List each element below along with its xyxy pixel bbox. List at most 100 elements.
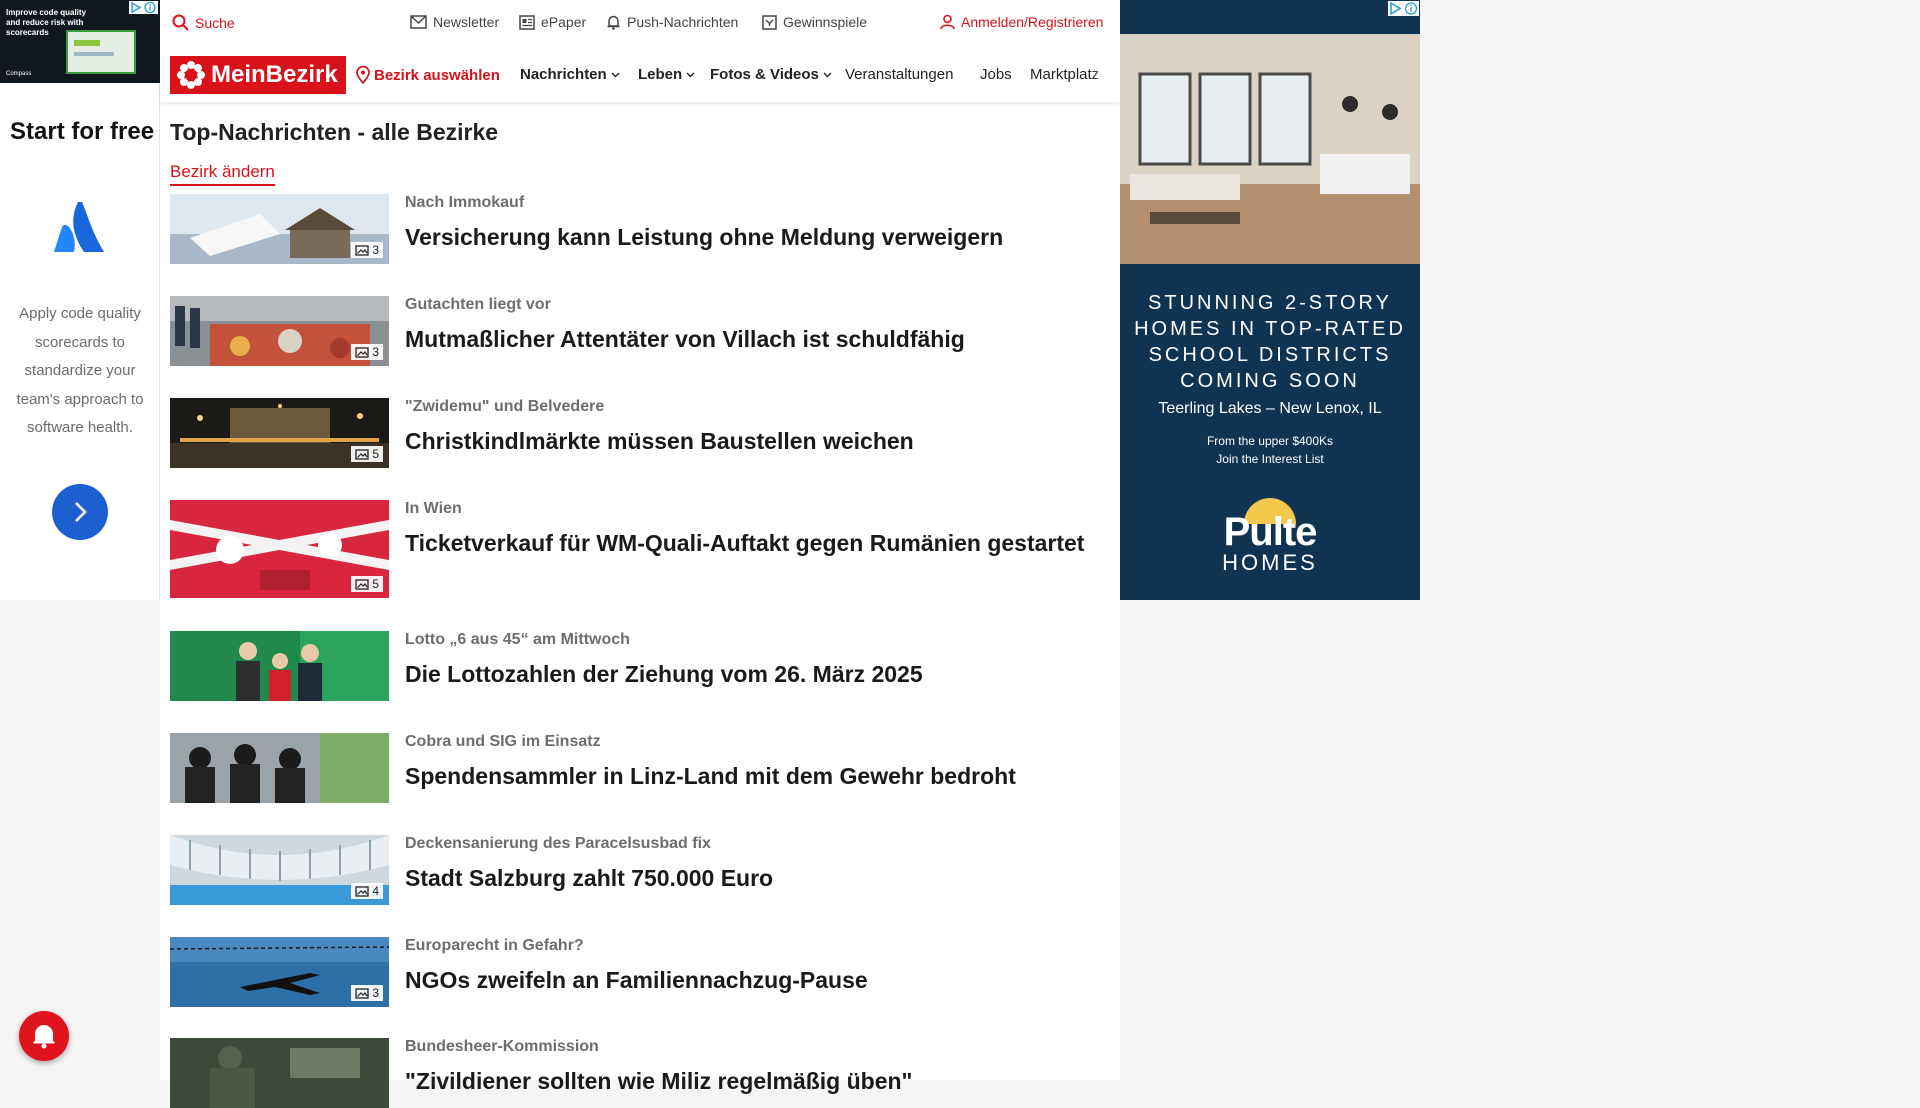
adchoices-icon[interactable] [1388, 1, 1419, 16]
thumbnail-image [170, 733, 389, 803]
images-icon [355, 346, 369, 358]
nav-item-veranstaltungen[interactable]: Veranstaltungen [845, 66, 953, 83]
nav-item-fotos-videos[interactable]: Fotos & Videos [710, 66, 832, 83]
article-thumbnail[interactable]: 3 [170, 937, 389, 1007]
ad-body: Apply code quality scorecards to standar… [16, 305, 144, 436]
ad-headline: Start for free [10, 118, 155, 145]
nav-item-label: Marktplatz [1030, 66, 1100, 83]
article-thumbnail[interactable]: 3 [170, 194, 389, 264]
article-headline[interactable]: "Zivildiener sollten wie Miliz regelmäßi… [405, 1066, 1095, 1097]
thumbnail-image [170, 1038, 389, 1108]
article-thumbnail[interactable] [170, 733, 389, 803]
article-thumbnail[interactable]: 4 [170, 835, 389, 905]
location-pin-icon [356, 66, 370, 84]
push-link[interactable]: Push-Nachrichten [606, 14, 738, 30]
article-kicker: Lotto „6 aus 45“ am Mittwoch [405, 631, 630, 648]
search-label: Suche [195, 14, 235, 31]
chevron-down-icon [611, 72, 620, 77]
login-label: Anmelden/Registrieren [961, 14, 1104, 30]
image-count: 3 [372, 986, 379, 1000]
logo-bottom: HOMES [1222, 550, 1318, 575]
chevron-right-icon [75, 502, 87, 522]
image-count-badge: 5 [351, 576, 383, 592]
images-icon [355, 885, 369, 897]
nav-fade [1090, 46, 1120, 102]
image-count: 4 [372, 884, 379, 898]
epaper-link[interactable]: ePaper [519, 14, 586, 30]
article-thumbnail[interactable]: 5 [170, 500, 389, 598]
article-headline[interactable]: Die Lottozahlen der Ziehung vom 26. März… [405, 659, 1095, 690]
brand-flower-icon [177, 61, 205, 89]
article-headline[interactable]: Spendensammler in Linz-Land mit dem Gewe… [405, 761, 1095, 792]
thumbnail-image [170, 631, 389, 701]
article-kicker: Deckensanierung des Paracelsusbad fix [405, 835, 711, 852]
right-ad[interactable]: STUNNING 2-STORY HOMES IN TOP-RATED SCHO… [1120, 0, 1420, 600]
mail-icon [410, 15, 427, 29]
login-link[interactable]: Anmelden/Registrieren [940, 14, 1103, 30]
nav-item-label: Veranstaltungen [845, 66, 954, 83]
article-kicker: Europarecht in Gefahr? [405, 937, 584, 954]
main-nav: MeinBezirk Bezirk auswählen Nachrichten … [160, 46, 1120, 102]
newsletter-link[interactable]: Newsletter [410, 14, 499, 30]
epaper-label: ePaper [541, 14, 587, 30]
search-icon [172, 14, 189, 31]
chevron-down-icon [823, 72, 832, 77]
images-icon [355, 244, 369, 256]
interior-image [1120, 34, 1420, 264]
nav-item-jobs[interactable]: Jobs [980, 66, 1012, 83]
nav-item-leben[interactable]: Leben [638, 66, 695, 83]
article-thumbnail[interactable]: 3 [170, 296, 389, 366]
adchoices-icon[interactable] [129, 1, 158, 14]
logo-top: Pulte [1223, 510, 1318, 554]
left-ad[interactable]: Improve code quality and reduce risk wit… [0, 0, 160, 600]
images-icon [355, 987, 369, 999]
brand-logo[interactable]: MeinBezirk [170, 56, 346, 94]
chevron-down-icon [686, 72, 695, 77]
image-count: 3 [372, 243, 379, 257]
article-thumbnail[interactable] [170, 631, 389, 701]
image-count-badge: 3 [351, 344, 383, 360]
ad-location: Teerling Lakes – New Lenox, IL [1158, 400, 1382, 417]
newsletter-label: Newsletter [433, 14, 500, 30]
nav-item-nachrichten[interactable]: Nachrichten [520, 66, 620, 83]
select-district-button[interactable]: Bezirk auswählen [356, 66, 500, 84]
article-headline[interactable]: Versicherung kann Leistung ohne Meldung … [405, 222, 1095, 253]
image-count: 5 [372, 447, 379, 461]
bell-icon [607, 15, 620, 30]
images-icon [355, 448, 369, 460]
search-button[interactable]: Suche [172, 14, 235, 31]
article-thumbnail[interactable]: 5 [170, 398, 389, 468]
article-thumbnail[interactable] [170, 1038, 389, 1108]
article-headline[interactable]: Mutmaßlicher Attentäter von Villach ist … [405, 324, 1095, 355]
ad-headline: STUNNING 2-STORY HOMES IN TOP-RATED SCHO… [1134, 292, 1406, 392]
article-kicker: Nach Immokauf [405, 194, 525, 211]
image-count-badge: 3 [351, 985, 383, 1001]
games-link[interactable]: Gewinnspiele [762, 14, 867, 30]
main-content: Suche Newsletter ePaper Push-Nachrichten… [160, 0, 1120, 1108]
top-bar: Suche Newsletter ePaper Push-Nachrichten… [160, 0, 1120, 46]
select-district-label: Bezirk auswählen [374, 66, 500, 84]
change-district-link[interactable]: Bezirk ändern [170, 162, 275, 186]
ad-cta[interactable]: Join the Interest List [1130, 450, 1410, 468]
atlassian-logo-icon [54, 202, 104, 252]
article-headline[interactable]: Ticketverkauf für WM-Quali-Auftakt gegen… [405, 528, 1095, 559]
nav-item-marktplatz[interactable]: Marktplatz [1030, 66, 1099, 83]
brand-name: MeinBezirk [211, 61, 338, 88]
article-kicker: Bundesheer-Kommission [405, 1038, 599, 1055]
user-icon [940, 14, 955, 30]
ad-cta-button[interactable] [52, 484, 108, 540]
article-kicker: In Wien [405, 500, 462, 517]
notification-bell-button[interactable] [19, 1011, 69, 1061]
article-headline[interactable]: Christkindlmärkte müssen Baustellen weic… [405, 426, 1095, 457]
ad-house-photo [1120, 34, 1420, 264]
newspaper-icon [519, 14, 535, 30]
article-headline[interactable]: Stadt Salzburg zahlt 750.000 Euro [405, 863, 1095, 894]
nav-item-label: Jobs [980, 66, 1012, 83]
page-title: Top-Nachrichten - alle Bezirke [170, 119, 499, 145]
bell-icon [33, 1025, 55, 1049]
gift-icon [762, 14, 777, 30]
ad-price: From the upper $400Ks [1206, 434, 1334, 448]
games-label: Gewinnspiele [783, 14, 868, 30]
article-headline[interactable]: NGOs zweifeln an Familiennachzug-Pause [405, 965, 1095, 996]
nav-item-label: Nachrichten [520, 66, 607, 83]
